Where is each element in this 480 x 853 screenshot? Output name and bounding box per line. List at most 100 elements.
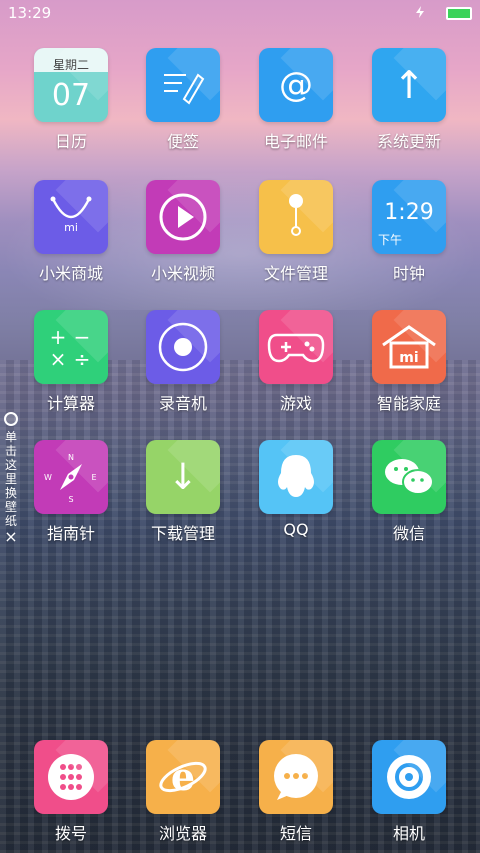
recorder-label: 录音机 xyxy=(158,394,207,413)
svg-text:mi: mi xyxy=(64,221,78,234)
update-icon: ↑ xyxy=(372,48,446,122)
app-file-manager[interactable]: 文件管理 xyxy=(240,180,352,284)
qq-icon xyxy=(259,440,333,514)
app-compass[interactable]: N S W E 指南针 xyxy=(15,440,127,544)
camera-icon xyxy=(372,740,446,814)
ie-logo-icon: e xyxy=(159,754,207,799)
mi-video-label: 小米视频 xyxy=(150,264,215,283)
clock-ampm: 下午 xyxy=(378,233,403,247)
calendar-weekday: 星期二 xyxy=(52,58,89,72)
battery-icon xyxy=(446,7,472,20)
smart-home-icon: mi xyxy=(372,310,446,384)
svg-text:E: E xyxy=(91,473,96,482)
app-updater[interactable]: ↑ 系统更新 xyxy=(353,48,465,152)
notes-label: 便签 xyxy=(166,132,199,151)
app-games[interactable]: 游戏 xyxy=(240,310,352,414)
browser-label: 浏览器 xyxy=(158,824,207,843)
download-manager-icon: ↓ xyxy=(146,440,220,514)
dialer-label: 拨号 xyxy=(54,824,87,843)
smart-home-label: 智能家庭 xyxy=(376,394,441,413)
sms-icon xyxy=(259,740,333,814)
svg-text:e: e xyxy=(171,754,195,799)
dock-camera[interactable]: 相机 xyxy=(353,740,465,844)
calculator-label: 计算器 xyxy=(46,394,95,413)
calendar-icon: 星期二 07 xyxy=(34,48,108,122)
app-clock[interactable]: 1:29 下午 时钟 xyxy=(353,180,465,284)
compass-label: 指南针 xyxy=(46,524,95,543)
svg-text:+: + xyxy=(50,325,67,349)
shopping-bag-icon: mi xyxy=(50,196,92,234)
arrow-down-icon: ↓ xyxy=(167,456,199,498)
app-smart-home[interactable]: mi 智能家庭 xyxy=(353,310,465,414)
wechat-label: 微信 xyxy=(392,524,425,543)
app-email[interactable]: @ 电子邮件 xyxy=(240,48,352,152)
app-qq[interactable]: QQ xyxy=(240,440,352,539)
app-wechat[interactable]: 微信 xyxy=(353,440,465,544)
recorder-icon xyxy=(146,310,220,384)
app-mi-store[interactable]: mi 小米商城 xyxy=(15,180,127,284)
house-icon: mi xyxy=(382,325,436,369)
notes-icon xyxy=(146,48,220,122)
dock-dialer[interactable]: 拨号 xyxy=(15,740,127,844)
browser-icon: e xyxy=(146,740,220,814)
charging-icon xyxy=(416,6,424,18)
lens-icon xyxy=(387,755,431,799)
play-icon xyxy=(159,193,207,241)
status-bar: 13:29 xyxy=(0,0,480,28)
mi-store-label: 小米商城 xyxy=(38,264,103,283)
status-time: 13:29 xyxy=(8,4,52,22)
file-manager-icon xyxy=(259,180,333,254)
chat-bubbles-icon xyxy=(385,459,434,495)
svg-text:×: × xyxy=(50,347,67,371)
updater-label: 系统更新 xyxy=(376,132,441,151)
download-manager-label: 下载管理 xyxy=(150,524,215,543)
app-download-manager[interactable]: ↓ 下载管理 xyxy=(127,440,239,544)
games-icon xyxy=(259,310,333,384)
email-icon: @ xyxy=(259,48,333,122)
qq-label: QQ xyxy=(283,520,309,539)
close-hint-icon[interactable]: × xyxy=(2,529,20,545)
email-label: 电子邮件 xyxy=(263,132,328,151)
clock-time: 1:29 xyxy=(384,200,434,225)
change-wallpaper-hint[interactable]: 单击这里换壁纸 × xyxy=(2,412,20,545)
compass-needle-icon: N S W E xyxy=(44,453,96,504)
svg-text:−: − xyxy=(74,325,91,349)
change-wallpaper-text: 单击这里换壁纸 xyxy=(4,430,17,528)
dialer-icon xyxy=(34,740,108,814)
dock-sms[interactable]: 短信 xyxy=(240,740,352,844)
file-manager-label: 文件管理 xyxy=(263,264,328,283)
svg-text:S: S xyxy=(68,495,73,504)
svg-text:÷: ÷ xyxy=(74,347,91,371)
calendar-label: 日历 xyxy=(54,132,87,151)
arrow-up-icon: ↑ xyxy=(393,63,425,107)
sms-label: 短信 xyxy=(279,824,312,843)
app-notes[interactable]: 便签 xyxy=(127,48,239,152)
mi-video-icon xyxy=(146,180,220,254)
folder-clip-icon xyxy=(289,194,303,236)
calculator-icon: + − × ÷ xyxy=(34,310,108,384)
app-calendar[interactable]: 星期二 07 日历 xyxy=(15,48,127,152)
clock-label: 时钟 xyxy=(392,264,425,283)
dock-browser[interactable]: e 浏览器 xyxy=(127,740,239,844)
camera-label: 相机 xyxy=(392,824,425,843)
games-label: 游戏 xyxy=(279,394,312,413)
wallpaper-toggle-icon xyxy=(4,412,18,426)
message-bubble-icon xyxy=(274,754,318,800)
mi-store-icon: mi xyxy=(34,180,108,254)
svg-text:N: N xyxy=(68,453,74,462)
calendar-date: 07 xyxy=(51,78,91,113)
svg-text:mi: mi xyxy=(399,350,418,366)
svg-text:W: W xyxy=(44,473,52,482)
penguin-icon xyxy=(278,455,314,497)
gamepad-icon xyxy=(267,333,325,363)
pencil-icon xyxy=(164,73,205,105)
at-icon: @ xyxy=(279,65,313,105)
record-icon xyxy=(158,322,208,372)
wechat-icon xyxy=(372,440,446,514)
calc-symbols-icon: + − × ÷ xyxy=(50,325,91,371)
app-mi-video[interactable]: 小米视频 xyxy=(127,180,239,284)
app-calculator[interactable]: + − × ÷ 计算器 xyxy=(15,310,127,414)
app-recorder[interactable]: 录音机 xyxy=(127,310,239,414)
clock-icon: 1:29 下午 xyxy=(372,180,446,254)
compass-icon: N S W E xyxy=(34,440,108,514)
